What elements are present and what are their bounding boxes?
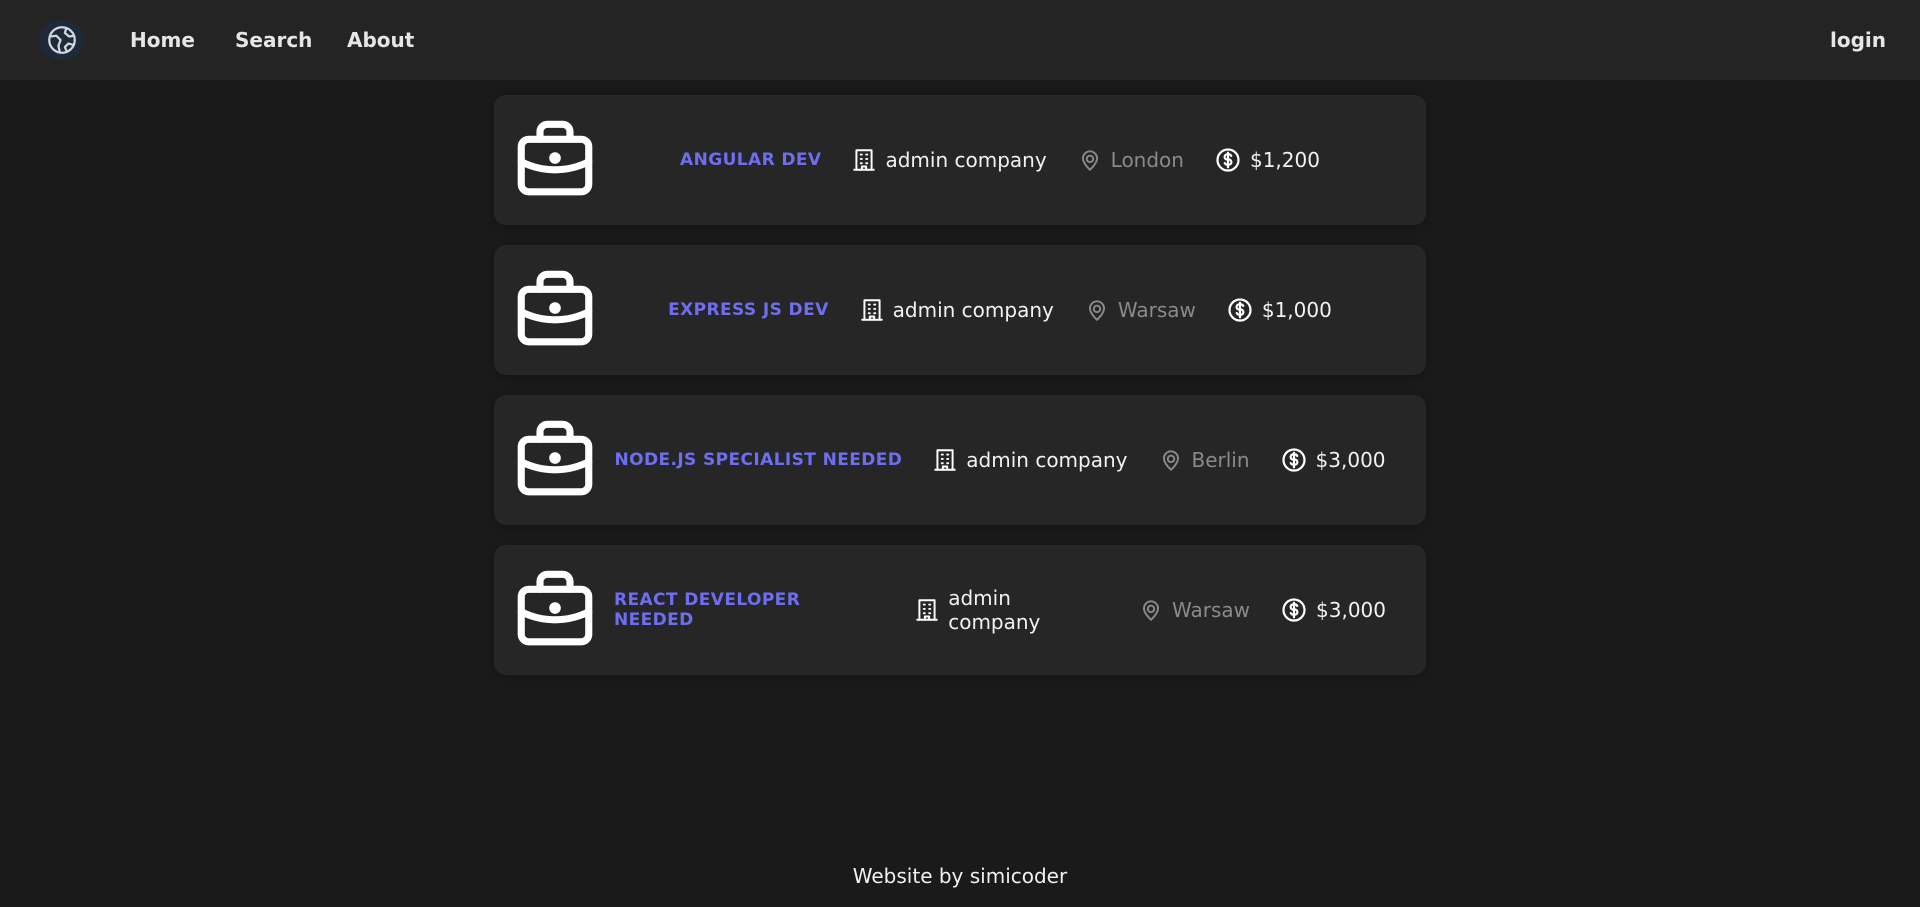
- building-icon: [860, 299, 883, 321]
- job-info: EXPRESS JS DEV admin company Warsaw $1,0…: [614, 245, 1386, 375]
- location: Berlin: [1158, 447, 1250, 473]
- briefcase-icon: [517, 420, 593, 496]
- company-name: admin company: [892, 298, 1054, 322]
- dollar-coin-icon: [1282, 598, 1306, 622]
- job-title[interactable]: NODE.JS SPECIALIST NEEDED: [614, 450, 902, 470]
- location-name: Warsaw: [1117, 298, 1196, 322]
- salary-value: $3,000: [1316, 598, 1386, 622]
- job-title[interactable]: EXPRESS JS DEV: [668, 300, 829, 320]
- company-name: admin company: [966, 448, 1128, 472]
- map-pin-icon: [1088, 300, 1105, 321]
- briefcase-icon: [517, 270, 593, 346]
- top-navigation-bar: Home Search About login: [0, 0, 1920, 80]
- location-name: Berlin: [1191, 448, 1250, 472]
- salary: $1,200: [1214, 146, 1320, 174]
- job-card[interactable]: EXPRESS JS DEV admin company Warsaw $1,0…: [494, 245, 1426, 375]
- salary-value: $3,000: [1315, 448, 1386, 472]
- dollar-coin-icon: [1216, 148, 1240, 172]
- dollar-coin-icon: [1228, 298, 1252, 322]
- building-icon: [916, 599, 938, 621]
- company-name: admin company: [948, 586, 1041, 634]
- location-name: London: [1110, 148, 1184, 172]
- salary: $1,000: [1226, 296, 1332, 324]
- building-icon: [934, 449, 957, 471]
- job-card[interactable]: ANGULAR DEV admin company London $1,200: [494, 95, 1426, 225]
- map-pin-icon: [1162, 450, 1179, 471]
- company: admin company: [851, 147, 1047, 173]
- briefcase-icon: [517, 570, 593, 646]
- briefcase-icon: [517, 120, 593, 196]
- company: admin company: [859, 297, 1054, 323]
- job-title[interactable]: ANGULAR DEV: [680, 150, 821, 170]
- salary: $3,000: [1280, 446, 1386, 474]
- nav-search-link[interactable]: Search: [235, 28, 312, 52]
- nav-about-link[interactable]: About: [347, 28, 414, 52]
- company-name: admin company: [885, 148, 1047, 172]
- login-link[interactable]: login: [1830, 28, 1886, 52]
- job-title[interactable]: REACT DEVELOPER NEEDED: [614, 590, 884, 630]
- location-name: Warsaw: [1172, 598, 1251, 622]
- nav-home-link[interactable]: Home: [130, 28, 195, 52]
- job-card[interactable]: REACT DEVELOPER NEEDED admin company War…: [494, 545, 1426, 675]
- footer-credit: Website by simicoder: [852, 864, 1068, 888]
- dollar-coin-icon: [1281, 448, 1306, 472]
- job-card[interactable]: NODE.JS SPECIALIST NEEDED admin company …: [494, 395, 1426, 525]
- location: London: [1077, 147, 1184, 173]
- building-icon: [853, 149, 876, 171]
- job-info: NODE.JS SPECIALIST NEEDED admin company …: [614, 395, 1386, 525]
- globe-logo-icon[interactable]: [40, 20, 84, 60]
- job-info: REACT DEVELOPER NEEDED admin company War…: [614, 545, 1386, 675]
- location: Warsaw: [1084, 297, 1196, 323]
- map-pin-icon: [1142, 600, 1160, 621]
- location: Warsaw: [1138, 597, 1250, 623]
- company: admin company: [914, 586, 1108, 634]
- salary-value: $1,200: [1249, 148, 1320, 172]
- company: admin company: [932, 447, 1128, 473]
- salary-value: $1,000: [1261, 298, 1332, 322]
- job-info: ANGULAR DEV admin company London $1,200: [614, 95, 1386, 225]
- salary: $3,000: [1280, 596, 1386, 624]
- map-pin-icon: [1081, 150, 1098, 171]
